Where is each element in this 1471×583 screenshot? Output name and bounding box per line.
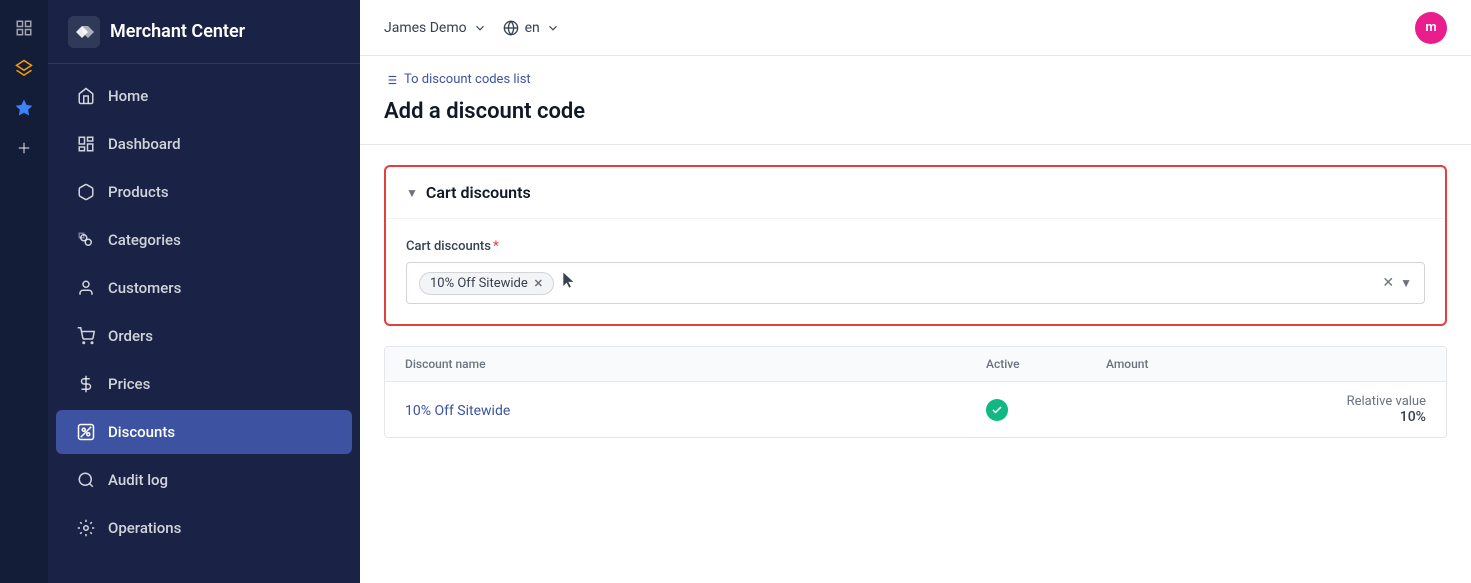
col-amount: Amount xyxy=(1106,357,1226,371)
active-status-badge xyxy=(986,399,1008,421)
cursor-icon xyxy=(560,271,580,295)
breadcrumb-label: To discount codes list xyxy=(404,72,531,87)
sidebar: Merchant Center Home Dashboard Products … xyxy=(48,0,360,583)
col-extra xyxy=(1226,357,1426,371)
accent-star-icon[interactable] xyxy=(8,92,40,124)
sidebar-header: Merchant Center xyxy=(48,0,360,64)
sidebar-item-label-prices: Prices xyxy=(108,375,150,393)
sidebar-item-label-operations: Operations xyxy=(108,519,181,537)
sidebar-item-operations[interactable]: Operations xyxy=(56,506,352,550)
col-discount-name: Discount name xyxy=(405,357,986,371)
breadcrumb-link[interactable]: To discount codes list xyxy=(384,72,1447,87)
discounts-table: Discount name Active Amount 10% Off Site… xyxy=(384,346,1447,438)
main-content: James Demo en m To discount codes list xyxy=(360,0,1471,583)
customers-icon xyxy=(76,278,96,298)
collapse-chevron-icon: ▼ xyxy=(406,186,418,200)
sidebar-item-audit-log[interactable]: Audit log xyxy=(56,458,352,502)
orders-icon xyxy=(76,326,96,346)
select-controls: ✕ ▼ xyxy=(1382,275,1412,291)
language-selector[interactable]: en xyxy=(503,20,560,36)
breadcrumb-bar: To discount codes list xyxy=(360,56,1471,87)
selected-tag[interactable]: 10% Off Sitewide ✕ xyxy=(419,272,554,295)
topbar-right: m xyxy=(1415,12,1447,44)
sidebar-item-label-customers: Customers xyxy=(108,279,181,297)
required-marker: * xyxy=(493,239,499,254)
sidebar-item-label-orders: Orders xyxy=(108,327,153,345)
language-label: en xyxy=(525,20,540,36)
sidebar-item-discounts[interactable]: Discounts xyxy=(56,410,352,454)
sidebar-item-label-products: Products xyxy=(108,183,169,201)
user-avatar[interactable]: m xyxy=(1415,12,1447,44)
table-row: 10% Off Sitewide Relative value 10% xyxy=(385,382,1446,437)
sidebar-item-customers[interactable]: Customers xyxy=(56,266,352,310)
accent-bar xyxy=(0,0,48,583)
audit-icon xyxy=(76,470,96,490)
sidebar-item-categories[interactable]: Categories xyxy=(56,218,352,262)
tag-close-button[interactable]: ✕ xyxy=(534,277,543,290)
sidebar-item-label-home: Home xyxy=(108,87,148,105)
products-icon xyxy=(76,182,96,202)
topbar-left: James Demo en xyxy=(384,20,560,36)
cart-discounts-select[interactable]: 10% Off Sitewide ✕ ✕ ▼ xyxy=(406,262,1425,304)
section-heading: Cart discounts xyxy=(426,183,531,202)
accent-plus-icon[interactable] xyxy=(8,132,40,164)
section-header[interactable]: ▼ Cart discounts xyxy=(386,167,1445,219)
page-title-area: Add a discount code xyxy=(360,87,1471,145)
sidebar-title: Merchant Center xyxy=(110,21,245,42)
row-discount-name: 10% Off Sitewide xyxy=(405,400,986,419)
sidebar-nav: Home Dashboard Products Categories Custo… xyxy=(48,64,360,583)
cart-discounts-section: ▼ Cart discounts Cart discounts* 10% Off… xyxy=(384,165,1447,326)
sidebar-item-home[interactable]: Home xyxy=(56,74,352,118)
sidebar-item-label-audit-log: Audit log xyxy=(108,471,168,489)
sidebar-item-label-categories: Categories xyxy=(108,231,181,249)
operations-icon xyxy=(76,518,96,538)
dashboard-icon xyxy=(76,134,96,154)
field-label: Cart discounts* xyxy=(406,239,1425,254)
checkmark-icon xyxy=(991,404,1003,416)
home-icon xyxy=(76,86,96,106)
avatar-initials: m xyxy=(1425,20,1436,35)
lang-chevron-icon xyxy=(546,21,560,35)
sidebar-item-orders[interactable]: Orders xyxy=(56,314,352,358)
select-field-left: 10% Off Sitewide ✕ xyxy=(419,271,1382,295)
store-selector[interactable]: James Demo xyxy=(384,20,487,36)
dropdown-chevron-icon[interactable]: ▼ xyxy=(1400,276,1412,290)
sidebar-item-label-dashboard: Dashboard xyxy=(108,135,181,153)
col-active: Active xyxy=(986,357,1106,371)
sidebar-item-prices[interactable]: Prices xyxy=(56,362,352,406)
relative-value-label: Relative value xyxy=(1347,394,1426,409)
discounts-icon xyxy=(76,422,96,442)
relative-value-amount: 10% xyxy=(1226,409,1426,425)
sidebar-item-label-discounts: Discounts xyxy=(108,423,175,441)
table-header: Discount name Active Amount xyxy=(385,347,1446,382)
list-icon xyxy=(384,73,398,87)
sidebar-item-products[interactable]: Products xyxy=(56,170,352,214)
discount-name-link[interactable]: 10% Off Sitewide xyxy=(405,403,510,419)
accent-layers-icon[interactable] xyxy=(8,52,40,84)
logo-icon xyxy=(68,16,100,48)
content-area: To discount codes list Add a discount co… xyxy=(360,56,1471,583)
store-chevron-icon xyxy=(473,21,487,35)
page-title: Add a discount code xyxy=(384,99,1447,124)
row-relative-value: Relative value 10% xyxy=(1226,394,1426,425)
accent-menu-icon[interactable] xyxy=(8,12,40,44)
topbar: James Demo en m xyxy=(360,0,1471,56)
categories-icon xyxy=(76,230,96,250)
pointer-cursor-icon xyxy=(560,271,580,291)
row-active xyxy=(986,399,1106,421)
tag-label: 10% Off Sitewide xyxy=(430,276,528,291)
clear-select-button[interactable]: ✕ xyxy=(1382,275,1394,291)
section-body: Cart discounts* 10% Off Sitewide ✕ xyxy=(386,219,1445,324)
content-inner: To discount codes list Add a discount co… xyxy=(360,56,1471,583)
sidebar-item-dashboard[interactable]: Dashboard xyxy=(56,122,352,166)
globe-icon xyxy=(503,20,519,36)
store-name: James Demo xyxy=(384,20,467,36)
prices-icon xyxy=(76,374,96,394)
